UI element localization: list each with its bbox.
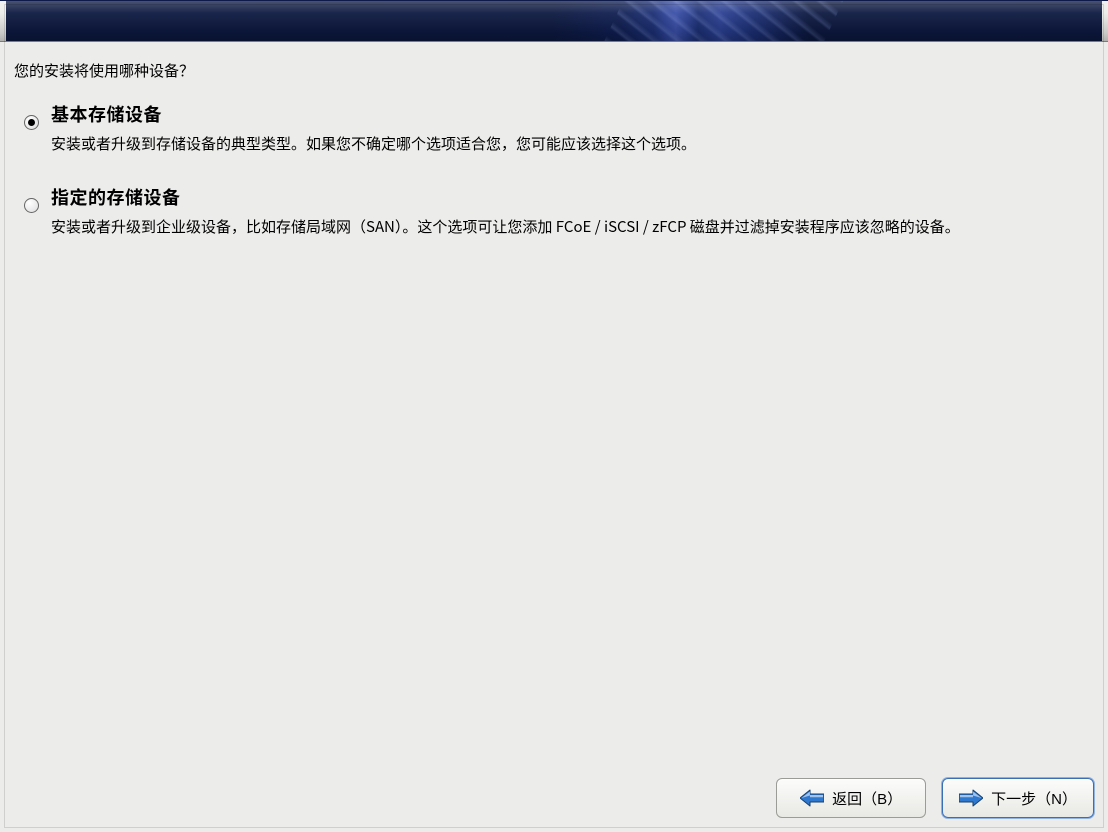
option-basic-storage[interactable]: 基本存储设备 安装或者升级到存储设备的典型类型。如果您不确定哪个选项适合您，您可…	[12, 103, 1098, 156]
option-basic-desc: 安装或者升级到存储设备的典型类型。如果您不确定哪个选项适合您，您可能应该选择这个…	[51, 132, 991, 157]
header-banner	[0, 0, 1108, 42]
banner-gutter-left	[0, 1, 6, 42]
option-specialized-body: 指定的存储设备 安装或者升级到企业级设备，比如存储局域网（SAN）。这个选项可让…	[51, 186, 1074, 239]
option-basic-body: 基本存储设备 安装或者升级到存储设备的典型类型。如果您不确定哪个选项适合您，您可…	[51, 103, 1074, 156]
next-button-label: 下一步（N）	[991, 788, 1077, 809]
footer-button-bar: 返回（B） 下一步（N）	[776, 778, 1094, 818]
arrow-right-icon	[959, 789, 983, 807]
option-specialized-storage[interactable]: 指定的存储设备 安装或者升级到企业级设备，比如存储局域网（SAN）。这个选项可让…	[12, 186, 1098, 239]
radio-specialized-storage[interactable]	[24, 198, 39, 213]
banner-gutter-right	[1102, 1, 1108, 42]
option-basic-title: 基本存储设备	[51, 103, 1074, 126]
option-specialized-title: 指定的存储设备	[51, 186, 1074, 209]
page-prompt: 您的安装将使用哪种设备？	[12, 60, 1098, 81]
back-button[interactable]: 返回（B）	[776, 778, 926, 818]
arrow-left-icon	[800, 789, 824, 807]
option-specialized-desc: 安装或者升级到企业级设备，比如存储局域网（SAN）。这个选项可让您添加 FCoE…	[51, 215, 991, 240]
back-button-label: 返回（B）	[832, 788, 902, 809]
next-button[interactable]: 下一步（N）	[942, 778, 1094, 818]
radio-basic-storage[interactable]	[24, 115, 39, 130]
page-body: 您的安装将使用哪种设备？ 基本存储设备 安装或者升级到存储设备的典型类型。如果您…	[0, 42, 1108, 240]
